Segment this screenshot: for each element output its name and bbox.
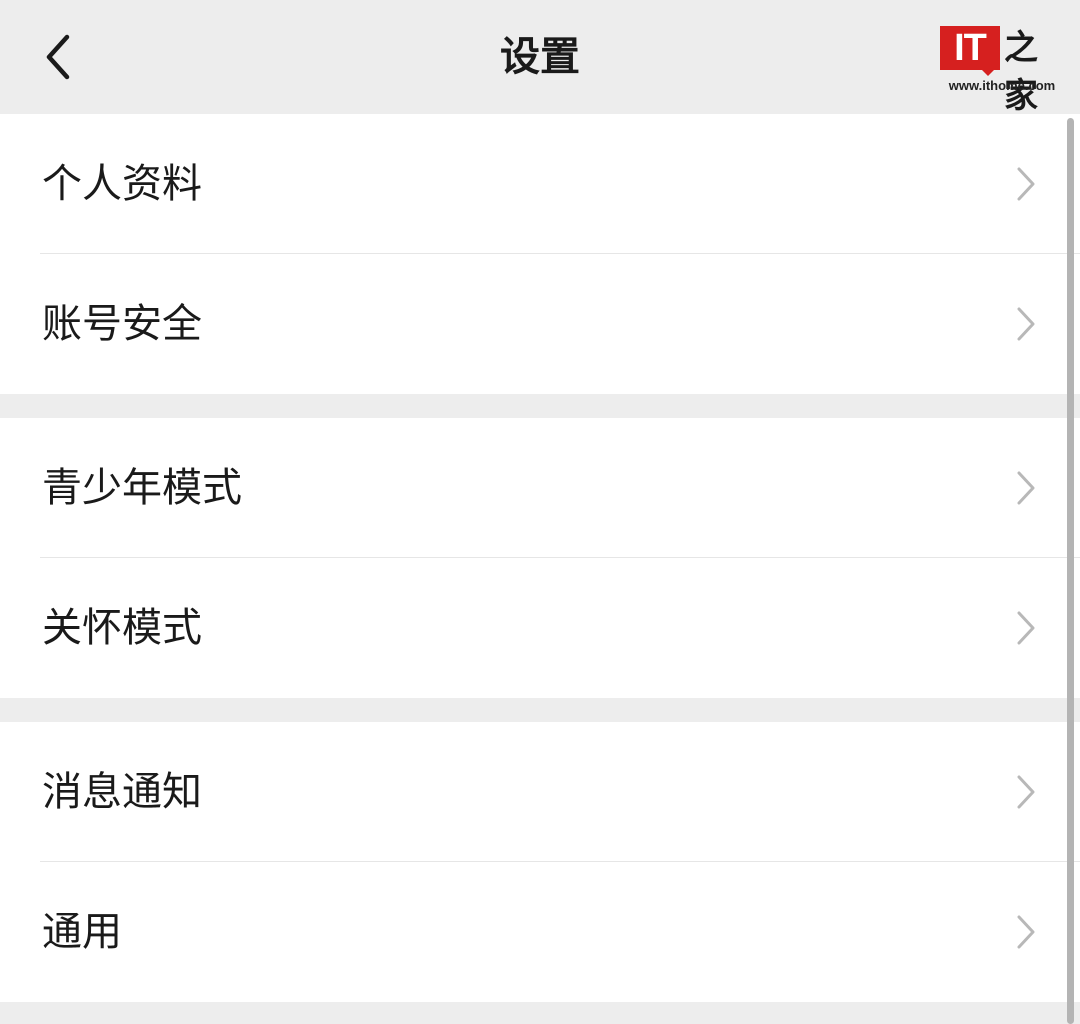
watermark-url: www.ithome.com [948,78,1056,93]
settings-item-teen-mode[interactable]: 青少年模式 [0,418,1080,558]
page-title: 设置 [500,34,580,80]
top-bar: 设置 IT 之家 www.ithome.com [0,0,1080,116]
chevron-right-icon [1017,775,1035,809]
settings-item-care-mode[interactable]: 关怀模式 [0,558,1080,698]
watermark-logo-tail [980,68,996,76]
settings-item-label: 账号安全 [42,301,202,347]
settings-item-account-security[interactable]: 账号安全 [0,254,1080,394]
settings-item-label: 个人资料 [42,161,202,207]
settings-group-modes: 青少年模式 关怀模式 [0,418,1080,698]
settings-group-account: 个人资料 账号安全 [0,114,1080,394]
settings-item-general[interactable]: 通用 [0,862,1080,1002]
ithome-watermark: IT 之家 www.ithome.com [940,24,1064,116]
settings-item-label: 关怀模式 [42,605,202,651]
settings-item-notifications[interactable]: 消息通知 [0,722,1080,862]
settings-item-label: 通用 [42,909,122,955]
scrollbar[interactable] [1067,118,1074,1024]
watermark-logo-cn: 之家 [1004,28,1038,116]
settings-group-general: 消息通知 通用 [0,722,1080,1002]
watermark-logo-it: IT [940,26,1000,70]
chevron-right-icon [1017,611,1035,645]
chevron-right-icon [1017,167,1035,201]
settings-item-label: 消息通知 [42,769,202,815]
settings-item-profile[interactable]: 个人资料 [0,114,1080,254]
chevron-right-icon [1017,307,1035,341]
settings-item-label: 青少年模式 [42,465,242,511]
chevron-right-icon [1017,471,1035,505]
chevron-right-icon [1017,915,1035,949]
